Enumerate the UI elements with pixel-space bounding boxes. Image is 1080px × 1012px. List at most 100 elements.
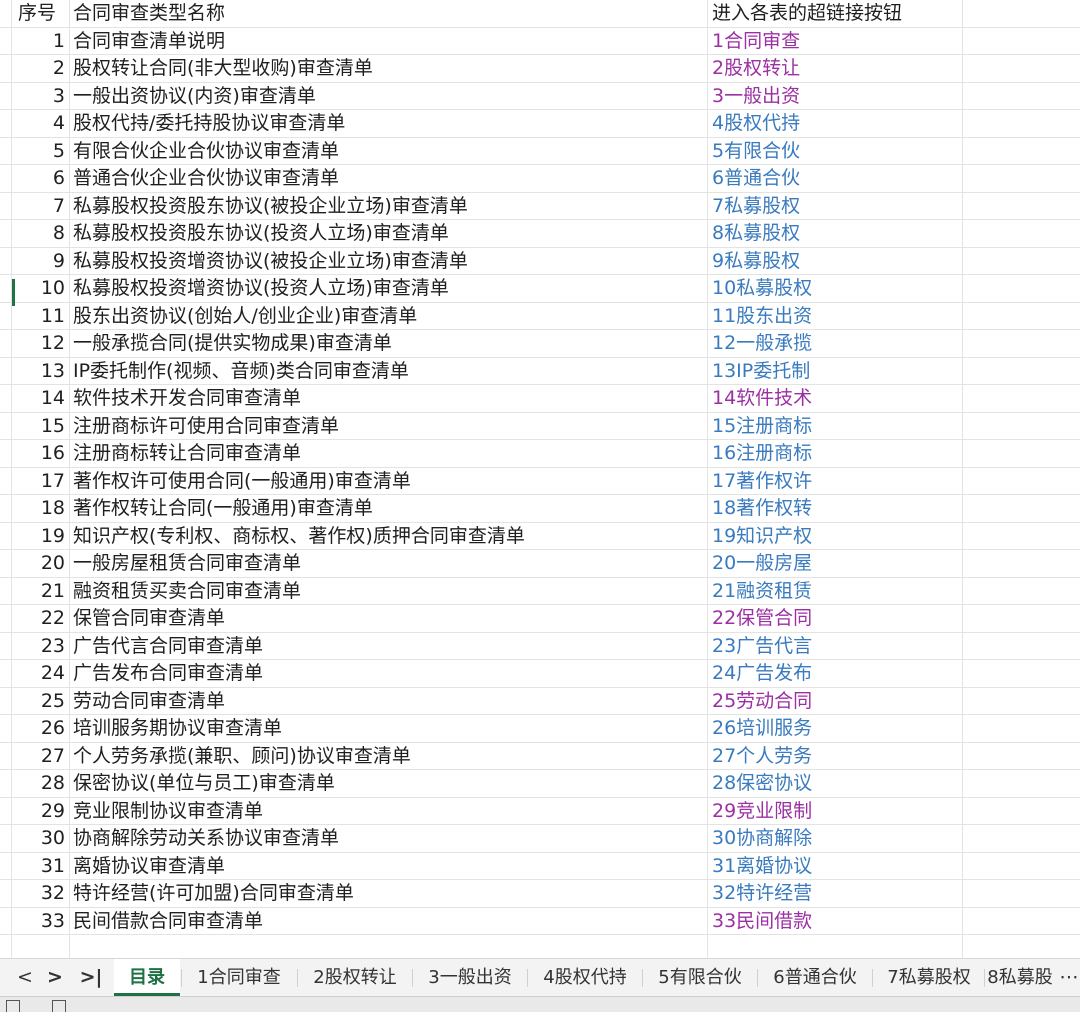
sheet-hyperlink[interactable]: 29竞业限制: [712, 800, 812, 822]
sheet-icon[interactable]: [52, 1000, 66, 1012]
row-number-cell[interactable]: 19: [12, 522, 70, 549]
sheet-hyperlink[interactable]: 21融资租赁: [712, 580, 812, 602]
contract-type-cell[interactable]: 协商解除劳动关系协议审查清单: [70, 825, 708, 852]
sheet-hyperlink[interactable]: 10私募股权: [712, 277, 812, 299]
empty-cell[interactable]: [963, 193, 1080, 220]
sheet-hyperlink[interactable]: 12一般承揽: [712, 332, 812, 354]
sheet-hyperlink[interactable]: 8私募股权: [712, 222, 800, 244]
empty-cell[interactable]: [963, 330, 1080, 357]
empty-cell[interactable]: [963, 440, 1080, 467]
hyperlink-cell[interactable]: 2股权转让: [708, 55, 963, 82]
sheet-hyperlink[interactable]: 1合同审查: [712, 30, 800, 52]
sheet-hyperlink[interactable]: 9私募股权: [712, 250, 800, 272]
contract-type-cell[interactable]: 注册商标许可使用合同审查清单: [70, 412, 708, 439]
hyperlink-cell[interactable]: 7私募股权: [708, 192, 963, 219]
sheet-tab[interactable]: 4股权代持: [528, 959, 642, 996]
hyperlink-cell[interactable]: 12一般承揽: [708, 330, 963, 357]
hyperlink-cell[interactable]: 19知识产权: [708, 522, 963, 549]
header-num[interactable]: 序号: [12, 0, 70, 27]
contract-type-cell[interactable]: 合同审查清单说明: [70, 27, 708, 54]
hyperlink-cell[interactable]: 33民间借款: [708, 907, 963, 934]
sheet-hyperlink[interactable]: 15注册商标: [712, 415, 812, 437]
sheet-tab[interactable]: 8私募股: [985, 959, 1055, 996]
row-number-cell[interactable]: 29: [12, 797, 70, 824]
hyperlink-cell[interactable]: 30协商解除: [708, 825, 963, 852]
contract-type-cell[interactable]: 一般出资协议(内资)审查清单: [70, 82, 708, 109]
empty-cell[interactable]: [963, 468, 1080, 495]
contract-type-cell[interactable]: 知识产权(专利权、商标权、著作权)质押合同审查清单: [70, 522, 708, 549]
sheet-tab[interactable]: 2股权转让: [298, 959, 412, 996]
sheet-hyperlink[interactable]: 4股权代持: [712, 112, 800, 134]
sheet-hyperlink[interactable]: 24广告发布: [712, 662, 812, 684]
empty-cell[interactable]: [963, 825, 1080, 852]
contract-type-cell[interactable]: 著作权许可使用合同(一般通用)审查清单: [70, 467, 708, 494]
contract-type-cell[interactable]: 私募股权投资股东协议(被投企业立场)审查清单: [70, 192, 708, 219]
contract-type-cell[interactable]: 竞业限制协议审查清单: [70, 797, 708, 824]
sheet-tab[interactable]: 1合同审查: [182, 959, 296, 996]
empty-cell[interactable]: [963, 358, 1080, 385]
contract-type-cell[interactable]: 普通合伙企业合伙协议审查清单: [70, 165, 708, 192]
contract-type-cell[interactable]: 股东出资协议(创始人/创业企业)审查清单: [70, 302, 708, 329]
contract-type-cell[interactable]: 私募股权投资股东协议(投资人立场)审查清单: [70, 220, 708, 247]
row-number-cell[interactable]: 4: [12, 110, 70, 137]
hyperlink-cell[interactable]: 28保密协议: [708, 770, 963, 797]
sheet-hyperlink[interactable]: 7私募股权: [712, 195, 800, 217]
contract-type-cell[interactable]: 私募股权投资增资协议(被投企业立场)审查清单: [70, 247, 708, 274]
hyperlink-cell[interactable]: 24广告发布: [708, 660, 963, 687]
hyperlink-cell[interactable]: 16注册商标: [708, 440, 963, 467]
empty-cell[interactable]: [963, 413, 1080, 440]
row-number-cell[interactable]: 7: [12, 192, 70, 219]
empty-cell[interactable]: [963, 688, 1080, 715]
hyperlink-cell[interactable]: 15注册商标: [708, 412, 963, 439]
sheet-hyperlink[interactable]: 26培训服务: [712, 717, 812, 739]
hyperlink-cell[interactable]: 14软件技术: [708, 385, 963, 412]
row-number-cell[interactable]: 5: [12, 137, 70, 164]
empty-cell[interactable]: [963, 0, 1080, 27]
hyperlink-cell[interactable]: 10私募股权: [708, 275, 963, 302]
sheet-hyperlink[interactable]: 32特许经营: [712, 882, 812, 904]
contract-type-cell[interactable]: 有限合伙企业合伙协议审查清单: [70, 137, 708, 164]
record-icon[interactable]: [6, 1000, 20, 1012]
sheet-hyperlink[interactable]: 17著作权许: [712, 470, 812, 492]
empty-cell[interactable]: [963, 495, 1080, 522]
contract-type-cell[interactable]: 培训服务期协议审查清单: [70, 715, 708, 742]
row-number-cell[interactable]: 22: [12, 605, 70, 632]
hyperlink-cell[interactable]: 25劳动合同: [708, 687, 963, 714]
row-number-cell[interactable]: 31: [12, 852, 70, 879]
contract-type-cell[interactable]: 特许经营(许可加盟)合同审查清单: [70, 880, 708, 907]
contract-type-cell[interactable]: 一般承揽合同(提供实物成果)审查清单: [70, 330, 708, 357]
empty-cell[interactable]: [963, 908, 1080, 935]
empty-cell[interactable]: [963, 605, 1080, 632]
empty-cell[interactable]: [963, 275, 1080, 302]
row-number-cell[interactable]: 28: [12, 770, 70, 797]
sheet-tab[interactable]: 3一般出资: [413, 959, 527, 996]
contract-type-cell[interactable]: 个人劳务承揽(兼职、顾问)协议审查清单: [70, 742, 708, 769]
row-number-cell[interactable]: 25: [12, 687, 70, 714]
sheet-hyperlink[interactable]: 14软件技术: [712, 387, 812, 409]
sheet-hyperlink[interactable]: 19知识产权: [712, 525, 812, 547]
row-number-cell[interactable]: 27: [12, 742, 70, 769]
row-number-cell[interactable]: 21: [12, 577, 70, 604]
empty-cell[interactable]: [963, 550, 1080, 577]
contract-type-cell[interactable]: 融资租赁买卖合同审查清单: [70, 577, 708, 604]
row-number-cell[interactable]: 15: [12, 412, 70, 439]
row-number-cell[interactable]: 11: [12, 302, 70, 329]
contract-type-cell[interactable]: 注册商标转让合同审查清单: [70, 440, 708, 467]
sheet-hyperlink[interactable]: 28保密协议: [712, 772, 812, 794]
row-number-cell[interactable]: 18: [12, 495, 70, 522]
header-link[interactable]: 进入各表的超链接按钮: [708, 0, 963, 27]
row-number-cell[interactable]: 10: [12, 275, 70, 302]
contract-type-cell[interactable]: 保管合同审查清单: [70, 605, 708, 632]
hyperlink-cell[interactable]: 1合同审查: [708, 27, 963, 54]
row-number-cell[interactable]: 13: [12, 357, 70, 384]
empty-cell[interactable]: [963, 385, 1080, 412]
row-number-cell[interactable]: 33: [12, 907, 70, 934]
hyperlink-cell[interactable]: 4股权代持: [708, 110, 963, 137]
contract-type-cell[interactable]: 股权代持/委托持股协议审查清单: [70, 110, 708, 137]
contract-type-cell[interactable]: 广告发布合同审查清单: [70, 660, 708, 687]
empty-cell[interactable]: [963, 220, 1080, 247]
empty-cell[interactable]: [963, 138, 1080, 165]
row-number-cell[interactable]: 30: [12, 825, 70, 852]
hyperlink-cell[interactable]: 3一般出资: [708, 82, 963, 109]
hyperlink-cell[interactable]: 32特许经营: [708, 880, 963, 907]
